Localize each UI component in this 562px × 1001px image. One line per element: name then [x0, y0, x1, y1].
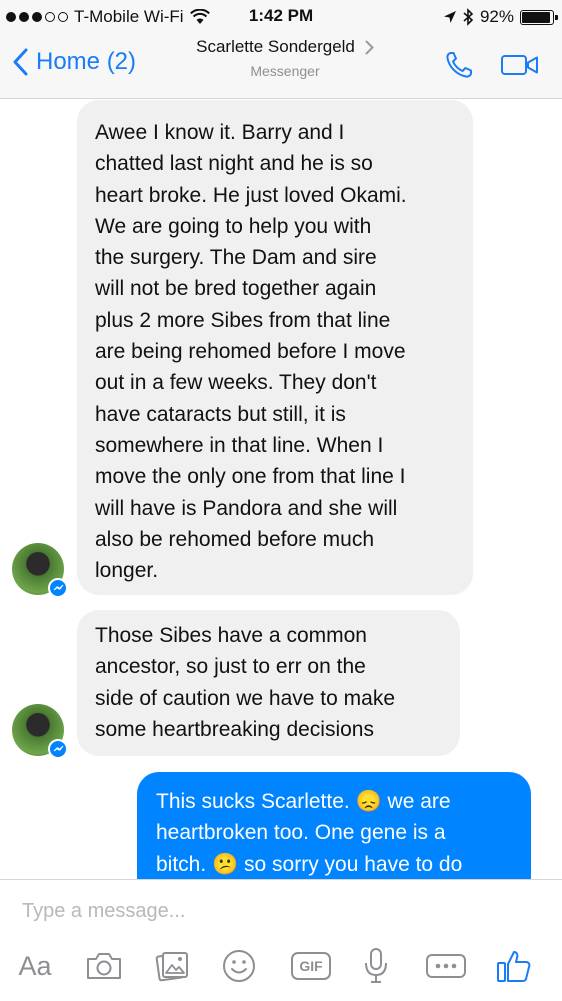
contact-subtitle: Messenger	[250, 63, 320, 79]
emoji-button[interactable]	[220, 946, 258, 986]
message-text-line: heartbroken too. One gene is a	[156, 821, 446, 845]
message-input[interactable]	[20, 894, 544, 928]
contact-avatar[interactable]	[12, 543, 68, 598]
gif-button[interactable]: GIF	[288, 946, 334, 986]
photo-gallery-button[interactable]	[152, 946, 192, 986]
messenger-badge-icon	[48, 578, 68, 598]
message-text-line: have cataracts but still, it is	[95, 402, 346, 426]
more-button[interactable]	[424, 946, 468, 986]
battery-percent: 92%	[479, 7, 514, 26]
microphone-icon	[365, 948, 387, 983]
message-text-line: longer.	[95, 559, 159, 583]
composer: Aa GIF	[0, 879, 562, 1001]
emoji-icon	[223, 950, 255, 982]
location-arrow-icon	[443, 11, 456, 23]
camera-icon	[87, 953, 121, 979]
message-text-line: plus 2 more Sibes from that line	[95, 308, 391, 332]
message-text-line: chatted last night and he is so	[95, 152, 373, 176]
thumbs-up-icon	[497, 951, 531, 982]
message-text-line: move the only one from that line I	[95, 465, 406, 489]
video-camera-icon[interactable]	[500, 53, 540, 77]
like-button[interactable]	[494, 946, 534, 986]
contact-title[interactable]: Scarlette Sondergeld Messenger	[170, 37, 400, 79]
message-text-line: will have is Pandora and she will	[95, 496, 398, 520]
message-text-line: will not be bred together again	[95, 277, 377, 301]
voice-button[interactable]	[360, 946, 392, 986]
text-format-label: Aa	[18, 950, 52, 981]
message-text-line: This sucks Scarlette. 😞 we are	[156, 790, 451, 813]
photo-gallery-icon	[155, 952, 188, 982]
status-bar: T-Mobile Wi-Fi 1:42 PM 92%	[0, 0, 562, 34]
incoming-message-2[interactable]: Those Sibes have a common ancestor, so j…	[77, 610, 460, 756]
bluetooth-icon	[463, 8, 474, 26]
message-text-line: bitch. 😕 so sorry you have to do	[156, 852, 463, 876]
message-text-line: heart broke. He just loved Okami.	[95, 183, 407, 207]
message-text-line: also be rehomed before much	[95, 527, 374, 551]
chevron-right-icon	[365, 40, 374, 54]
outgoing-message-1[interactable]: This sucks Scarlette. 😞 we are heartbrok…	[137, 772, 531, 879]
message-list[interactable]: Awee I know it. Barry and I chatted last…	[0, 99, 562, 879]
back-button[interactable]: Home (2)	[12, 48, 136, 76]
status-right: 92%	[443, 6, 558, 28]
contact-name: Scarlette Sondergeld	[196, 37, 355, 56]
more-icon	[426, 954, 466, 978]
message-text-line: are being rehomed before I move	[95, 340, 406, 364]
battery-icon	[520, 9, 558, 25]
phone-icon[interactable]	[444, 50, 474, 80]
composer-toolbar: Aa GIF	[0, 940, 562, 996]
gif-label: GIF	[299, 958, 323, 974]
message-text-line: somewhere in that line. When I	[95, 433, 384, 457]
message-text-line: We are going to help you with	[95, 214, 372, 238]
message-text-line: ancestor, so just to err on the	[95, 655, 366, 679]
text-format-button[interactable]: Aa	[14, 946, 56, 986]
incoming-message-1[interactable]: Awee I know it. Barry and I chatted last…	[77, 100, 473, 595]
message-text-line: the surgery. The Dam and sire	[95, 246, 377, 270]
conversation-header: Home (2) Scarlette Sondergeld Messenger	[0, 34, 562, 99]
message-text-line: out in a few weeks. They don't	[95, 371, 377, 395]
message-text-line: Awee I know it. Barry and I	[95, 121, 345, 144]
message-text-line: some heartbreaking decisions	[95, 717, 374, 741]
camera-button[interactable]	[82, 946, 126, 986]
back-label: Home (2)	[36, 48, 137, 75]
message-text-line: Those Sibes have a common	[95, 624, 367, 647]
gif-icon: GIF	[291, 952, 331, 980]
contact-avatar[interactable]	[12, 704, 68, 759]
message-text-line: side of caution we have to make	[95, 686, 396, 710]
messenger-badge-icon	[48, 739, 68, 759]
chevron-left-icon	[13, 48, 28, 76]
